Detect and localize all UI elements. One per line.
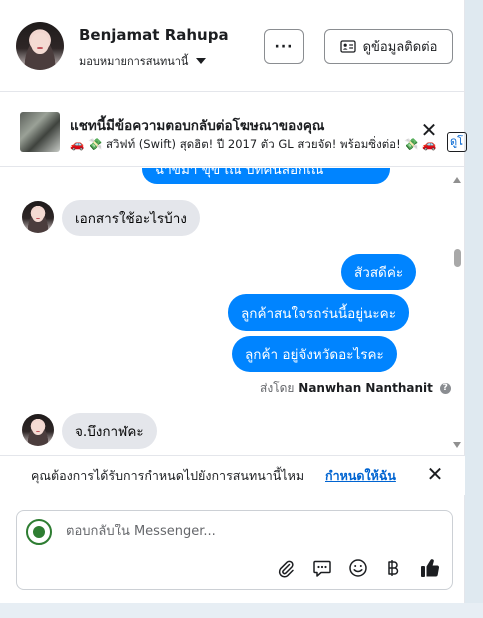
assign-label: มอบหมายการสนทนานี้: [79, 55, 189, 68]
message-outgoing[interactable]: ลูกค้า อยู่จังหวัดอะไรคะ: [232, 336, 397, 372]
avatar-face: [32, 421, 44, 436]
baht-icon[interactable]: [381, 556, 405, 580]
saved-reply-icon[interactable]: [310, 556, 334, 580]
message-outgoing[interactable]: ลูกค้าสนใจรถร่นนี้อยู่นะคะ: [228, 294, 409, 331]
sender-name: Nanwhan Nanthanit: [298, 381, 433, 395]
contact-name[interactable]: Benjamat Rahupa: [79, 26, 229, 44]
view-contact-label: ดูข้อมูลติดต่อ: [362, 40, 438, 55]
view-ad-button[interactable]: ดูโ: [447, 132, 467, 152]
scroll-down-icon[interactable]: [453, 442, 461, 448]
close-icon[interactable]: ✕: [425, 464, 445, 484]
message-outgoing-partial[interactable]: ฉาขมา ขุ้ข เณ บทคนลอกเณ: [142, 168, 390, 184]
conversation-panel: Benjamat Rahupa มอบหมายการสนทนานี้ ··· ด…: [0, 0, 467, 603]
ad-thumbnail[interactable]: [20, 112, 60, 152]
scrollbar-thumb[interactable]: [454, 249, 461, 267]
message-outgoing[interactable]: สัวสดีค่ะ: [341, 254, 417, 290]
thumbs-up-icon[interactable]: [418, 556, 442, 580]
view-contact-button[interactable]: ดูข้อมูลติดต่อ: [324, 29, 453, 64]
assign-to-me-link[interactable]: กำหนดให้ฉัน: [325, 466, 396, 486]
message-incoming[interactable]: เอกสารใช้อะไรบ้าง: [62, 200, 200, 236]
avatar-face: [32, 208, 44, 223]
message-thread: ฉาขมา ขุ้ข เณ บทคนลอกเณ เอกสารใช้อะไรบ้า…: [0, 168, 465, 454]
avatar-face: [31, 32, 49, 54]
contact-avatar-small: [22, 414, 54, 446]
background-edge: [465, 0, 483, 618]
scroll-up-icon[interactable]: [453, 177, 461, 183]
info-icon[interactable]: ?: [439, 383, 451, 394]
assign-question: คุณต้องการได้รับการกำหนดไปยังการสนทนานี้…: [31, 468, 305, 483]
more-options-button[interactable]: ···: [264, 29, 304, 64]
page-avatar: [26, 519, 52, 545]
close-icon[interactable]: ✕: [419, 120, 439, 141]
message-incoming[interactable]: จ.บึงกาฬคะ: [62, 413, 157, 449]
ad-banner-subtitle: 🚗 💸 สวิฟท์ (Swift) สุดฮิต! ปี 2017 ตัว G…: [70, 137, 440, 151]
emoji-icon[interactable]: [346, 556, 370, 580]
assign-dropdown[interactable]: มอบหมายการสนทนานี้: [79, 52, 207, 70]
caret-down-icon: [196, 58, 207, 64]
sent-by-label: ส่งโดย Nanwhan Nanthanit ?: [260, 379, 451, 398]
contact-card-icon: [339, 40, 356, 53]
contact-avatar-small: [22, 201, 54, 233]
paperclip-icon[interactable]: [274, 556, 298, 580]
reply-input[interactable]: [66, 524, 426, 539]
ad-banner-title: แชทนี้มีข้อความตอบกลับต่อโฆษณาของคุณ: [70, 118, 325, 134]
bottom-strip: [0, 603, 483, 618]
contact-avatar[interactable]: [16, 22, 64, 70]
